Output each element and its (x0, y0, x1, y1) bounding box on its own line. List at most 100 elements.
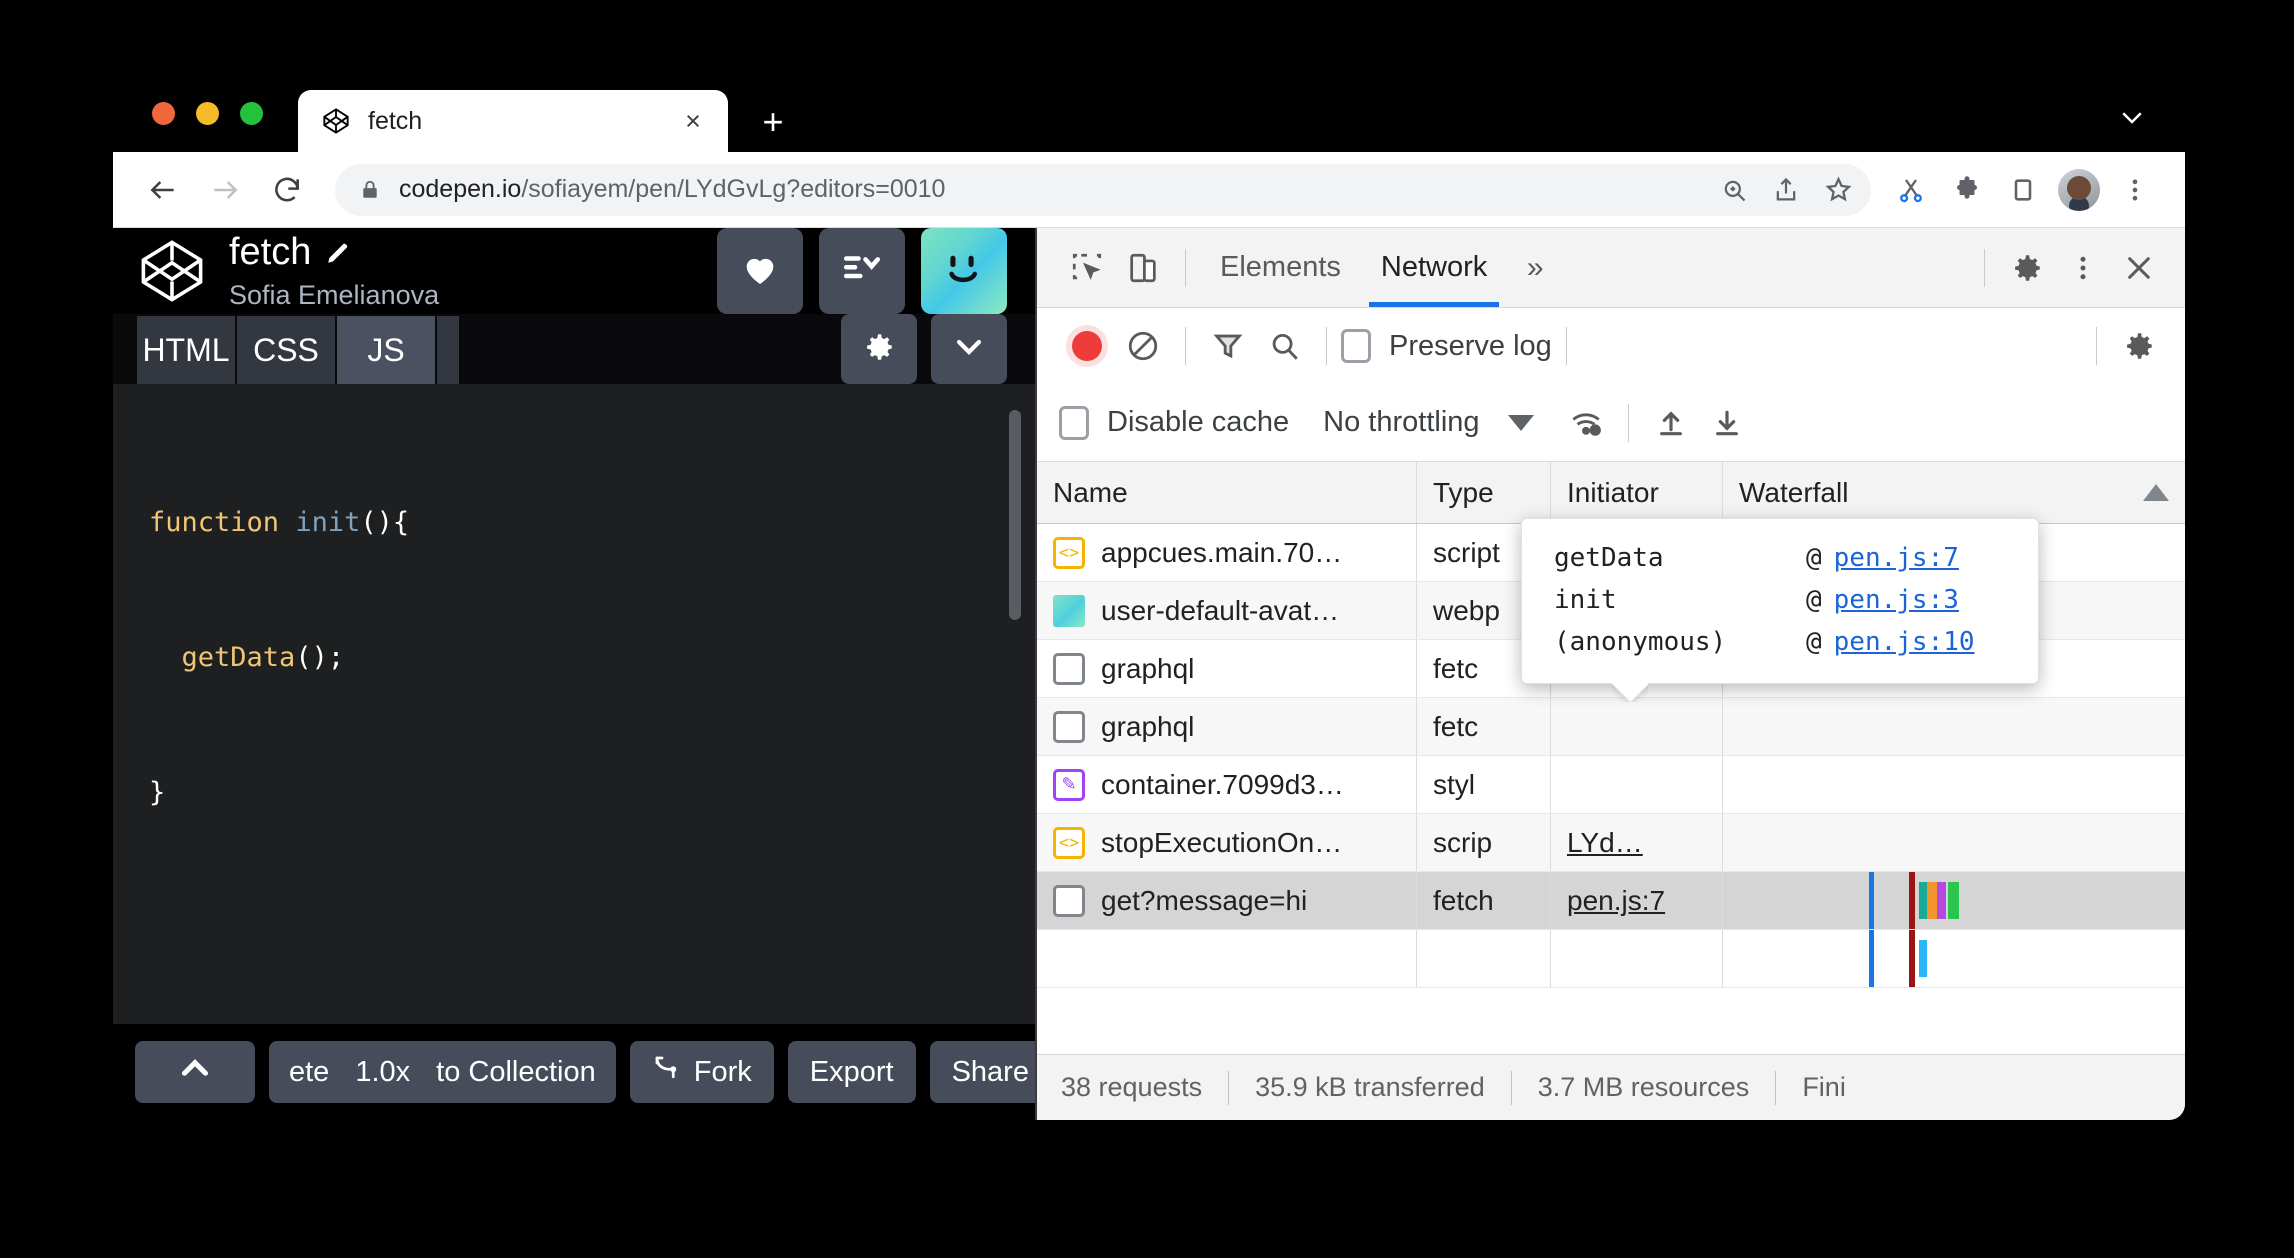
smiley-face-icon (941, 253, 987, 292)
browser-tab[interactable]: fetch × (298, 90, 728, 152)
column-header-type[interactable]: Type (1417, 462, 1551, 523)
maximize-window-button[interactable] (240, 102, 263, 125)
stack-source-link[interactable]: pen.js:10 (1834, 621, 1975, 663)
share-button[interactable]: Share (929, 1041, 1035, 1103)
codepen-favicon-icon (322, 107, 350, 135)
request-waterfall-cell (1723, 872, 2185, 929)
close-window-button[interactable] (152, 102, 175, 125)
tab-js[interactable]: JS (337, 316, 437, 384)
request-initiator-cell[interactable] (1551, 756, 1723, 813)
table-row[interactable]: ✎ container.7099d3… styl (1037, 756, 2185, 814)
js-settings-button[interactable] (841, 314, 917, 384)
transferred-size: 35.9 kB transferred (1255, 1072, 1485, 1102)
new-tab-button[interactable]: + (753, 102, 793, 142)
import-har-icon[interactable] (1643, 395, 1699, 451)
request-name: appcues.main.70… (1101, 536, 1343, 568)
request-type-cell: styl (1417, 756, 1551, 813)
record-stop-icon[interactable] (1059, 318, 1115, 374)
tab-overflow[interactable] (437, 316, 461, 384)
export-har-icon[interactable] (1699, 395, 1755, 451)
preserve-log-label[interactable]: Preserve log (1389, 330, 1552, 363)
column-header-initiator[interactable]: Initiator (1551, 462, 1723, 523)
stack-frame: init @ pen.js:3 (1554, 579, 2012, 621)
inspect-element-icon[interactable] (1059, 240, 1115, 296)
filter-funnel-icon[interactable] (1200, 318, 1256, 374)
initiator-stack-tooltip: getData @ pen.js:7 init @ pen.js:3 (anon… (1521, 518, 2039, 685)
love-button[interactable] (717, 228, 803, 314)
status-divider (1228, 1070, 1230, 1105)
request-initiator-cell[interactable]: LYd… (1551, 814, 1723, 871)
device-toolbar-icon[interactable] (1115, 240, 1171, 296)
network-divider-4 (2096, 327, 2097, 365)
devtools-settings-gear-icon[interactable] (1999, 240, 2055, 296)
minimize-window-button[interactable] (196, 102, 219, 125)
export-button[interactable]: Export (787, 1041, 916, 1103)
stack-source-link[interactable]: pen.js:3 (1834, 579, 1959, 621)
more-tabs-chevron-icon[interactable]: » (1507, 240, 1563, 296)
scissors-icon[interactable] (1887, 166, 1935, 214)
omnibox-icons (1711, 167, 1861, 213)
request-initiator-cell[interactable]: pen.js:7 (1551, 872, 1723, 929)
table-row[interactable]: <> stopExecutionOn… scrip LYd… (1037, 814, 2185, 872)
pencil-icon[interactable] (325, 240, 351, 266)
stack-at-symbol: @ (1806, 585, 1822, 616)
codepen-header: fetch Sofia Emelianova (113, 228, 1035, 314)
table-row[interactable]: graphql fetc (1037, 698, 2185, 756)
column-header-name[interactable]: Name (1037, 462, 1417, 523)
add-to-collection-button[interactable]: to Collection (436, 1056, 596, 1089)
devtools-kebab-menu-icon[interactable] (2055, 240, 2111, 296)
fork-button[interactable]: Fork (629, 1041, 774, 1103)
js-collapse-button[interactable] (931, 314, 1007, 384)
code-line: getData(); (149, 642, 345, 673)
playback-speed[interactable]: 1.0x (355, 1056, 410, 1089)
codepen-page: fetch Sofia Emelianova HTML CSS JS funct… (113, 228, 1037, 1120)
requests-count: 38 requests (1061, 1072, 1203, 1102)
kebab-menu-icon[interactable] (2111, 166, 2159, 214)
bookmark-star-icon[interactable] (1815, 167, 1861, 213)
close-tab-button[interactable]: × (678, 106, 708, 136)
search-icon[interactable] (1256, 318, 1312, 374)
toolbar-divider (1185, 248, 1186, 287)
disable-cache-label[interactable]: Disable cache (1107, 406, 1289, 439)
editor-scrollbar[interactable] (1009, 410, 1021, 620)
request-initiator-cell[interactable] (1551, 698, 1723, 755)
request-name-cell: graphql (1037, 698, 1417, 755)
address-bar[interactable]: codepen.io/sofiayem/pen/LYdGvLg?editors=… (335, 163, 1871, 216)
forward-arrow-icon[interactable] (201, 166, 249, 214)
column-header-waterfall[interactable]: Waterfall (1723, 462, 2185, 523)
clear-no-entry-icon[interactable] (1115, 318, 1171, 374)
tab-search-chevron-down-icon[interactable] (2115, 100, 2149, 134)
js-code-editor[interactable]: function init(){ getData(); } function g… (113, 384, 1035, 1120)
stack-at-symbol: @ (1806, 543, 1822, 573)
disable-cache-checkbox[interactable] (1059, 405, 1089, 440)
side-panel-icon[interactable] (1999, 166, 2047, 214)
preserve-log-checkbox[interactable] (1341, 329, 1371, 363)
script-icon: <> (1053, 536, 1085, 569)
network-conditions-icon[interactable] (1558, 395, 1614, 451)
share-icon[interactable] (1763, 167, 1809, 213)
ascending-caret-icon (2143, 484, 2169, 501)
chevron-down-icon[interactable] (1507, 414, 1534, 431)
back-arrow-icon[interactable] (139, 166, 187, 214)
profile-avatar[interactable] (2055, 166, 2103, 214)
tab-elements[interactable]: Elements (1200, 229, 1361, 307)
stack-source-link[interactable]: pen.js:7 (1834, 537, 1959, 579)
extensions-puzzle-icon[interactable] (1943, 166, 1991, 214)
fork-icon (652, 1053, 682, 1091)
tab-html[interactable]: HTML (137, 316, 237, 384)
stack-frame: getData @ pen.js:7 (1554, 537, 2012, 579)
zoom-icon[interactable] (1711, 167, 1757, 213)
tab-css[interactable]: CSS (237, 316, 337, 384)
network-settings-gear-icon[interactable] (2111, 318, 2167, 374)
user-avatar[interactable] (921, 228, 1007, 314)
throttling-select[interactable]: No throttling (1323, 406, 1479, 439)
reload-icon[interactable] (263, 166, 311, 214)
table-row[interactable]: get?message=hi fetch pen.js:7 (1037, 872, 2185, 930)
tab-network[interactable]: Network (1361, 229, 1507, 307)
status-divider (1510, 1070, 1512, 1105)
close-devtools-icon[interactable] (2111, 240, 2167, 296)
details-button[interactable] (819, 228, 905, 314)
network-divider-5 (1627, 403, 1629, 442)
collapse-editors-button[interactable] (135, 1041, 255, 1103)
codepen-logo (139, 238, 205, 304)
